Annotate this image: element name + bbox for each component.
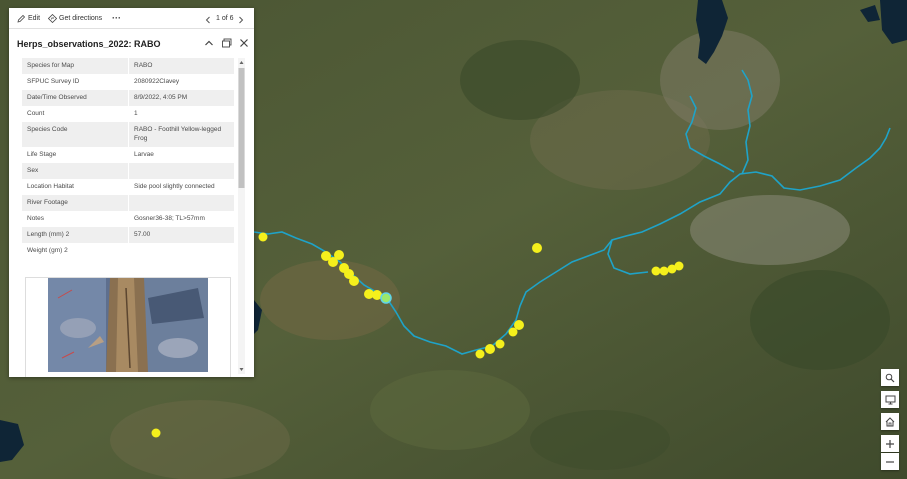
chevron-up-icon[interactable] [203, 37, 215, 49]
close-icon[interactable] [238, 37, 250, 49]
observation-point [349, 276, 359, 286]
dock-icon[interactable] [221, 37, 233, 49]
minus-icon [886, 460, 894, 463]
feature-popup: Edit Get directions ··· 1 of 6 Herps_obs… [9, 8, 254, 377]
attribute-value: Side pool slightly connected [134, 183, 215, 190]
attribute-value: RABO [128, 58, 234, 74]
attribute-row: Count 1 [22, 106, 234, 122]
directions-icon [48, 13, 57, 23]
attribute-key: Sex [22, 163, 129, 179]
get-directions-button[interactable]: Get directions [48, 12, 102, 24]
attribute-value: Larvae [134, 151, 154, 158]
observation-point [258, 232, 268, 242]
attribute-key: River Footage [22, 195, 129, 211]
pager-text: 1 of 6 [216, 14, 234, 22]
more-options-button[interactable]: ··· [112, 12, 121, 24]
attribute-row: Location Habitat Side pool slightly conn… [22, 179, 234, 195]
attribute-table: Species for Map RABO SFPUC Survey ID 208… [22, 58, 234, 259]
attribute-key: Date/Time Observed [22, 90, 129, 106]
chevron-left-icon[interactable] [205, 14, 211, 26]
observation-point [475, 349, 485, 359]
attribute-value: Gosner36-38; TL>57mm [134, 215, 205, 222]
popup-scrollbar[interactable] [238, 58, 245, 374]
zoom-out-button[interactable] [881, 453, 899, 470]
attribute-key: Life Stage [22, 147, 129, 163]
attribute-key: Species for Map [22, 58, 129, 74]
attribute-value [128, 163, 234, 179]
attribute-row: Sex [22, 163, 234, 179]
attribute-key: Species Code [22, 122, 129, 147]
observation-point [674, 261, 684, 271]
popup-toolbar: Edit Get directions ··· 1 of 6 [9, 8, 254, 29]
attribute-key: Length (mm) 2 [22, 227, 129, 243]
home-icon [885, 416, 895, 426]
edit-label: Edit [28, 14, 41, 22]
observation-point [485, 344, 495, 354]
zoom-in-button[interactable] [881, 435, 899, 452]
attribute-row: Species for Map RABO [22, 58, 234, 74]
attribute-row: SFPUC Survey ID 2080922Clavey [22, 74, 234, 90]
popup-header: Herps_observations_2022: RABO [9, 33, 254, 55]
attribute-row: Notes Gosner36-38; TL>57mm [22, 211, 234, 227]
observation-point [659, 266, 669, 276]
attribute-row: River Footage [22, 195, 234, 211]
get-directions-label: Get directions [59, 14, 103, 22]
attribute-key: Location Habitat [22, 179, 129, 195]
attribute-key: Notes [22, 211, 129, 227]
attribute-row: Date/Time Observed 8/9/2022, 4:05 PM [22, 90, 234, 106]
attribute-row: Species Code RABO - Foothill Yellow-legg… [22, 122, 234, 147]
monitor-icon [885, 395, 895, 404]
basemap-button[interactable] [881, 391, 899, 408]
attribute-value: RABO - Foothill Yellow-legged Frog [128, 122, 234, 147]
attribute-key: SFPUC Survey ID [22, 74, 129, 90]
attribute-row: Length (mm) 2 57.00 [22, 227, 234, 243]
attachment-image[interactable] [48, 278, 208, 372]
attachment-image-frame [25, 277, 231, 377]
attribute-value: 57.00 [128, 227, 234, 243]
observation-point [651, 266, 661, 276]
attribute-row: Life Stage Larvae [22, 147, 234, 163]
chevron-right-icon[interactable] [238, 14, 244, 26]
observation-point [334, 250, 344, 260]
plus-icon [886, 439, 894, 448]
home-button[interactable] [881, 413, 899, 430]
search-icon [885, 373, 895, 382]
popup-title: Herps_observations_2022: RABO [17, 39, 161, 49]
observation-point [151, 428, 161, 438]
selected-observation-point[interactable] [380, 292, 392, 304]
attribute-key: Count [22, 106, 129, 122]
more-icon: ··· [112, 13, 121, 23]
edit-button[interactable]: Edit [17, 12, 40, 24]
attribute-value [129, 243, 235, 259]
attribute-value: 8/9/2022, 4:05 PM [128, 90, 234, 106]
attribute-value: 2080922Clavey [134, 78, 180, 85]
popup-content[interactable]: Species for Map RABO SFPUC Survey ID 208… [9, 56, 254, 377]
observation-point [532, 243, 542, 253]
observation-point [514, 320, 524, 330]
pencil-icon [17, 14, 26, 23]
observation-point [495, 339, 505, 349]
attribute-value: 1 [134, 110, 138, 117]
attribute-row: Weight (gm) 2 [22, 243, 234, 259]
attribute-key: Weight (gm) 2 [22, 243, 129, 259]
attribute-value [128, 195, 234, 211]
search-button[interactable] [881, 369, 899, 386]
